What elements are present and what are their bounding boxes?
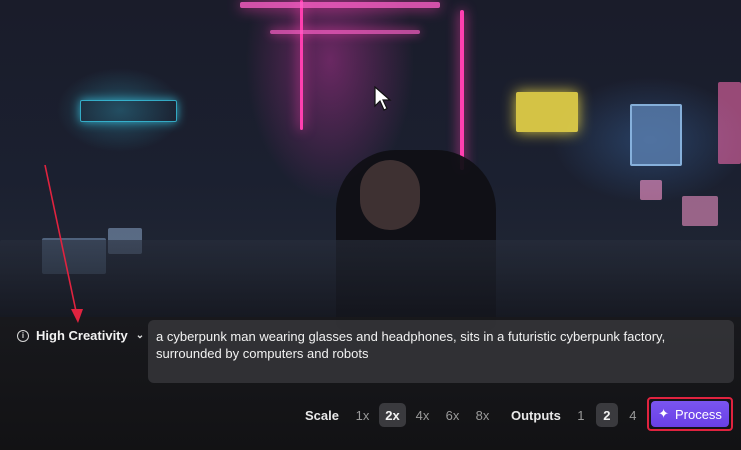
- sparkle-icon: ✦: [658, 406, 669, 421]
- prompt-input[interactable]: a cyberpunk man wearing glasses and head…: [148, 320, 734, 383]
- outputs-option-2[interactable]: 2: [595, 403, 618, 427]
- process-label: Process: [674, 406, 722, 422]
- creativity-label: High Creativity: [36, 328, 128, 343]
- scale-label: Scale: [305, 407, 339, 423]
- outputs-option-4[interactable]: 4: [622, 403, 644, 427]
- scale-option-6x[interactable]: 6x: [439, 403, 466, 427]
- outputs-selector: Outputs 1 2 4: [511, 403, 644, 427]
- process-button[interactable]: ✦ Process: [651, 401, 729, 427]
- mouse-cursor-icon: [374, 86, 392, 111]
- scale-option-2x[interactable]: 2x: [378, 403, 406, 427]
- scale-selector: Scale 1x 2x 4x 6x 8x: [305, 403, 496, 427]
- scale-option-1x[interactable]: 1x: [349, 403, 376, 427]
- prompt-text[interactable]: a cyberpunk man wearing glasses and head…: [156, 328, 716, 362]
- outputs-option-1[interactable]: 1: [570, 403, 592, 427]
- scale-option-4x[interactable]: 4x: [409, 403, 436, 427]
- process-button-highlight: ✦ Process: [647, 397, 733, 431]
- chevron-down-icon: ⌄: [135, 330, 145, 341]
- outputs-label: Outputs: [511, 407, 561, 423]
- creativity-dropdown[interactable]: i High Creativity ⌄: [17, 328, 144, 343]
- scale-option-8x[interactable]: 8x: [469, 403, 496, 427]
- info-icon[interactable]: i: [17, 329, 29, 342]
